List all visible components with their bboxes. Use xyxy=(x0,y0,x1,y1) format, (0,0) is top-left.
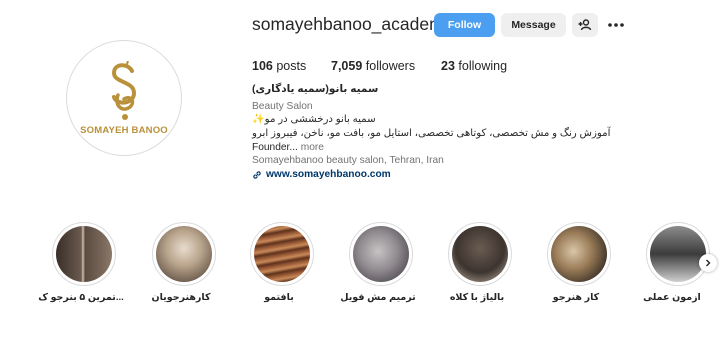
posts-label: posts xyxy=(276,59,307,73)
suggest-accounts-button[interactable] xyxy=(572,13,598,37)
highlight-cover-image xyxy=(551,226,607,282)
highlight-1[interactable] xyxy=(52,222,116,286)
following-count: 23 xyxy=(441,59,455,73)
posts-stat: 106 posts xyxy=(252,59,306,73)
profile-username: somayehbanoo_academy xyxy=(252,14,453,34)
highlight-cover-image xyxy=(156,226,212,282)
highlight-label: بافتمو xyxy=(264,292,294,303)
highlight-label: تمرین ۵ بنرجو ک... xyxy=(38,292,124,303)
bio-line-3: Founder... more xyxy=(252,142,324,153)
highlight-5[interactable] xyxy=(448,222,512,286)
highlight-4[interactable] xyxy=(349,222,413,286)
highlight-cover-image xyxy=(650,226,706,282)
profile-avatar[interactable]: SOMAYEH BANOO xyxy=(66,40,182,156)
bio-more-link[interactable]: more xyxy=(301,142,324,153)
bio-line-1: سمیه بانو درخششی در مو✨ xyxy=(252,114,376,125)
highlight-label: آزمون عملی xyxy=(643,292,701,303)
highlight-cover-image xyxy=(254,226,310,282)
highlight-cover-image xyxy=(452,226,508,282)
highlight-6[interactable] xyxy=(547,222,611,286)
more-options-button[interactable] xyxy=(604,13,628,37)
bio-line-2: آموزش رنگ و مش تخصصی، کوتاهی تخصصی، استا… xyxy=(252,128,611,139)
brand-logo-icon xyxy=(111,60,137,120)
profile-address: Somayehbanoo beauty salon, Tehran, Iran xyxy=(252,155,444,166)
followers-count: 7,059 xyxy=(331,59,363,73)
more-options-icon xyxy=(608,23,624,27)
link-icon xyxy=(253,170,261,179)
posts-count: 106 xyxy=(252,59,273,73)
following-label: following xyxy=(458,59,508,73)
message-button[interactable]: Message xyxy=(501,13,566,37)
avatar-brand-text: SOMAYEH BANOO xyxy=(80,124,168,136)
add-person-icon xyxy=(578,19,592,31)
highlight-cover-image xyxy=(353,226,409,282)
bio-founder-text: Founder... xyxy=(252,142,298,153)
highlight-cover-image xyxy=(56,226,112,282)
highlights-next-button[interactable] xyxy=(699,254,717,272)
chevron-right-icon xyxy=(706,259,711,267)
highlight-7[interactable] xyxy=(646,222,710,286)
profile-full-name: سمیه بانو(سمیه یادگاری) xyxy=(252,83,379,95)
highlight-3[interactable] xyxy=(250,222,314,286)
follow-button[interactable]: Follow xyxy=(434,13,495,37)
highlight-2[interactable] xyxy=(152,222,216,286)
highlight-label: بالیاژ با کلاه xyxy=(449,292,505,303)
profile-website[interactable]: www.somayehbanoo.com xyxy=(252,169,391,180)
followers-stat[interactable]: 7,059 followers xyxy=(331,59,415,73)
website-link-text: www.somayehbanoo.com xyxy=(266,169,391,180)
highlight-label: کار هنرجو xyxy=(552,292,600,303)
followers-label: followers xyxy=(365,59,416,73)
following-stat[interactable]: 23 following xyxy=(441,59,507,73)
profile-category: Beauty Salon xyxy=(252,101,313,112)
highlight-label: کارهنرجویان xyxy=(151,292,211,303)
highlight-label: ترمیم مش فویل xyxy=(340,292,416,303)
